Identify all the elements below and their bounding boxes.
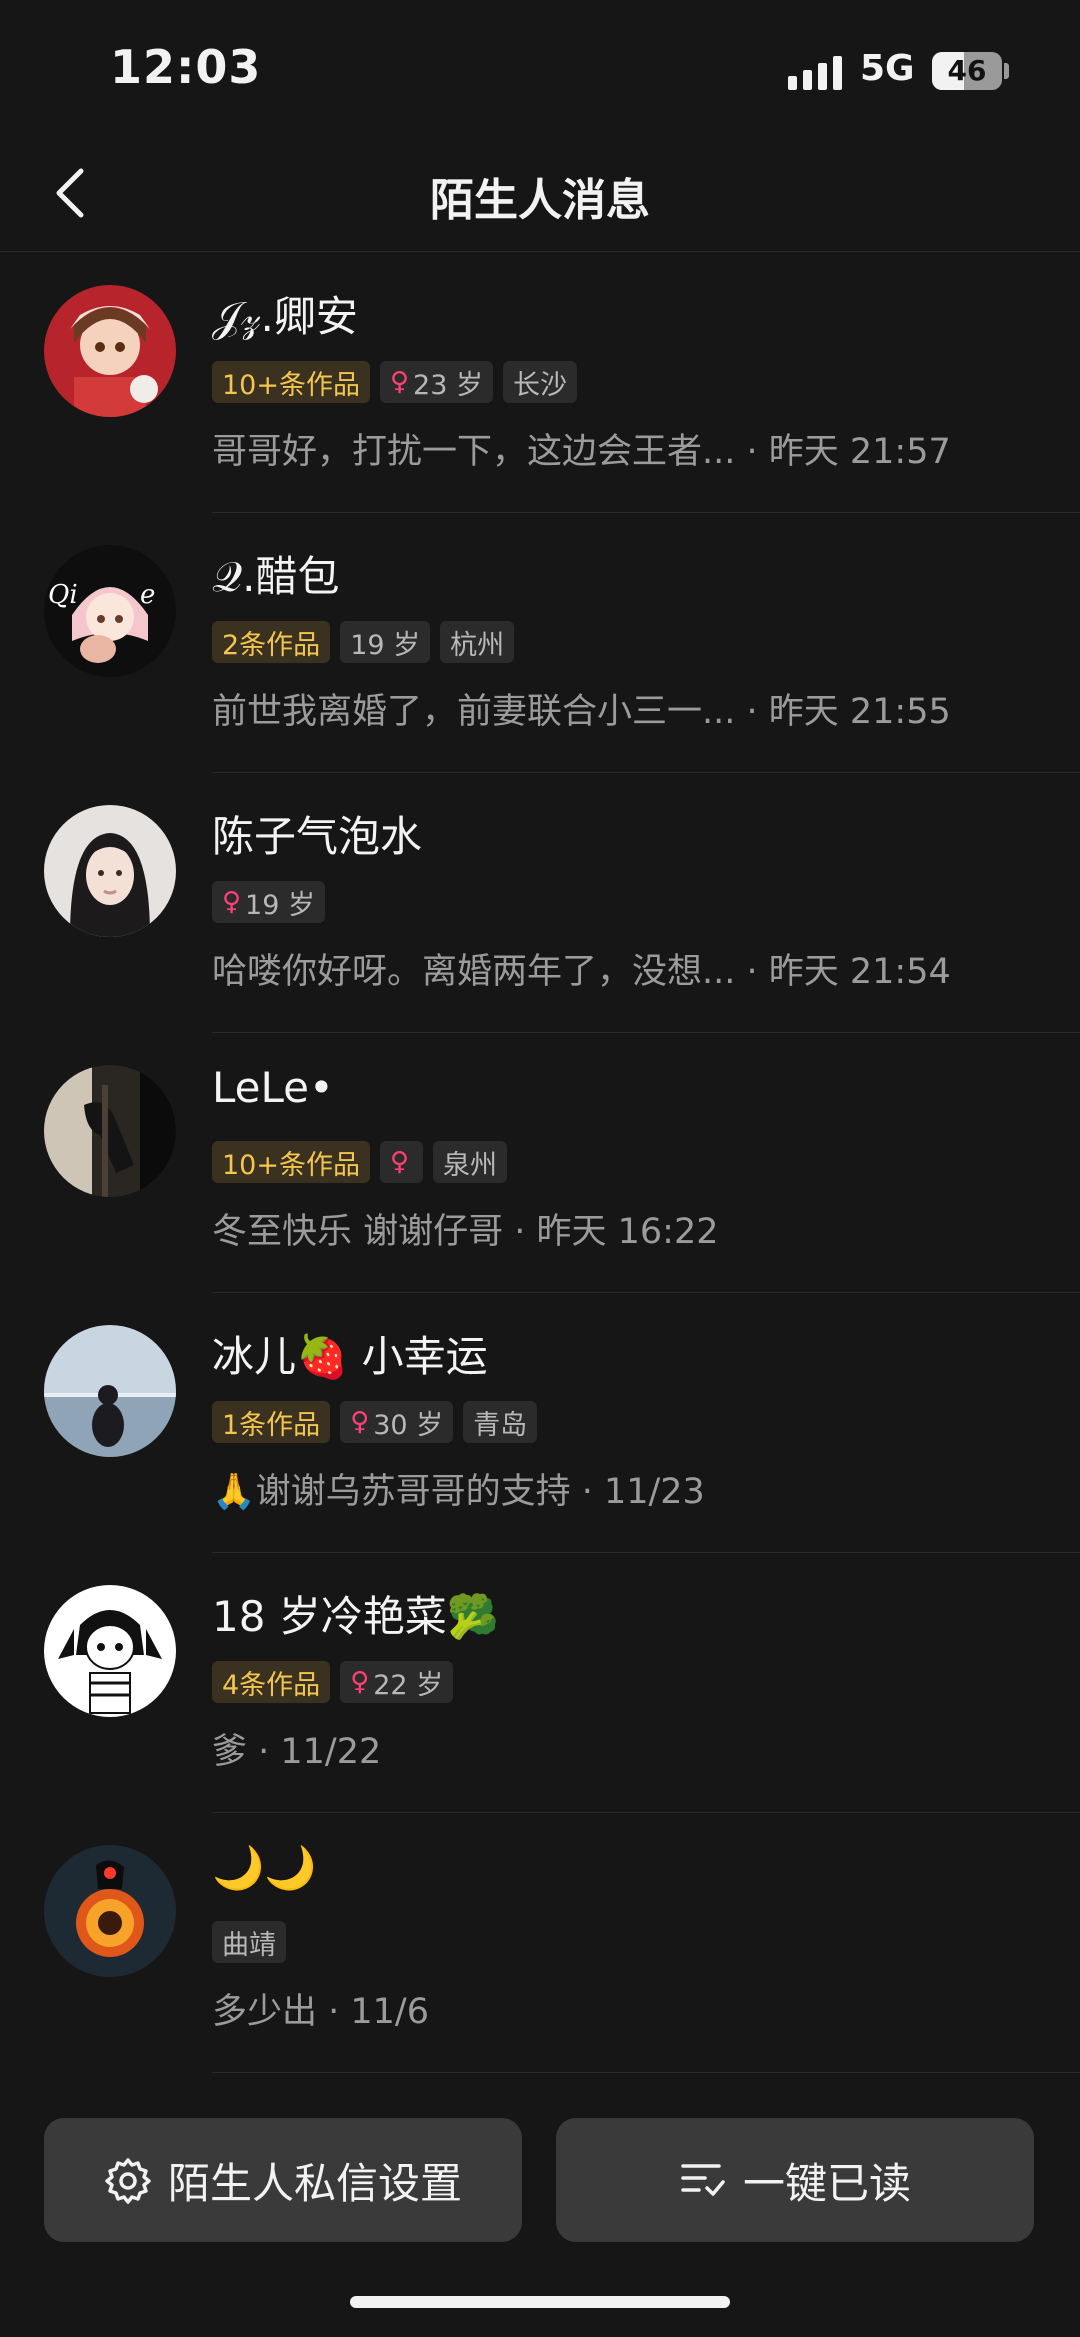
works-tag: 2条作品 [212, 621, 331, 663]
page-title: 陌生人消息 [430, 175, 650, 226]
mark-read-icon [681, 2164, 725, 2196]
signal-icon [788, 56, 842, 90]
city-tag: 曲靖 [212, 1921, 286, 1963]
dark-room-avatar [44, 1065, 176, 1197]
age-tag: ♀ 23 岁 [379, 361, 493, 403]
sender-name: LeLe• [212, 1063, 334, 1112]
home-indicator[interactable] [350, 2296, 730, 2308]
tag-group: 曲靖 [212, 1921, 286, 1963]
battery-nub [1004, 63, 1009, 79]
battery-percent: 46 [947, 54, 987, 87]
city-tag: 泉州 [433, 1141, 508, 1183]
seaside-silhouette-avatar [44, 1325, 176, 1457]
female-icon: ♀ [389, 1147, 410, 1177]
tag-group: 10+条作品 ♀ 23 岁 长沙 [212, 361, 577, 403]
city-tag: 长沙 [502, 361, 577, 403]
avatar[interactable] [44, 1065, 176, 1197]
works-tag: 10+条作品 [212, 361, 370, 403]
avatar[interactable] [44, 285, 176, 417]
age-tag: ♀ 22 岁 [340, 1661, 454, 1703]
girl-portrait-avatar [44, 805, 176, 937]
stranger-messages-screen: 12:03 5G 46 陌生人消息 𝒥𝓏.卿安 10+条作品 ♀ 23 岁 长沙… [0, 0, 1080, 2337]
battery-icon: 46 [932, 52, 1002, 90]
settings-label: 陌生人私信设置 [167, 2158, 462, 2208]
avatar[interactable] [44, 1845, 176, 1977]
stranger-dm-settings-button[interactable]: 陌生人私信设置 [44, 2118, 522, 2242]
message-row[interactable]: 陈子气泡水 ♀ 19 岁 哈喽你好呀。离婚两年了，没想... · 昨天 21:54 [0, 773, 1080, 1033]
status-time: 12:03 [110, 40, 262, 94]
works-tag: 10+条作品 [212, 1141, 370, 1183]
avatar[interactable] [44, 1325, 176, 1457]
message-preview: 爹 · 11/22 [212, 1732, 382, 1772]
network-type: 5G [860, 48, 915, 89]
works-tag: 1条作品 [212, 1401, 331, 1443]
city-tag: 杭州 [440, 621, 515, 663]
age-text: 19 岁 [245, 889, 315, 921]
avatar[interactable] [44, 805, 176, 937]
age-tag: ♀ 30 岁 [340, 1401, 454, 1443]
message-row[interactable]: 冰儿🍓 小幸运 1条作品 ♀ 30 岁 青岛 🙏谢谢乌苏哥哥的支持 · 11/23 [0, 1293, 1080, 1553]
sender-name: 𝒬.醋包 [212, 552, 340, 601]
message-row[interactable]: 𝒥𝓏.卿安 10+条作品 ♀ 23 岁 长沙 哥哥好，打扰一下，这边会王者... … [0, 253, 1080, 513]
message-preview: 多少出 · 11/6 [212, 1992, 429, 2032]
mark-all-read-button[interactable]: 一键已读 [556, 2118, 1034, 2242]
message-row[interactable]: LeLe• 10+条作品 ♀ 泉州 冬至快乐 谢谢仔哥 · 昨天 16:22 [0, 1033, 1080, 1293]
mark-read-label: 一键已读 [742, 2158, 911, 2208]
female-icon: ♀ [350, 1407, 370, 1437]
age-tag: ♀ 19 岁 [212, 881, 325, 923]
divider [212, 2072, 1080, 2073]
message-row[interactable]: 18 岁冷艳菜🥦 4条作品 ♀ 22 岁 爹 · 11/22 [0, 1553, 1080, 1813]
tag-group: 1条作品 ♀ 30 岁 青岛 [212, 1401, 538, 1443]
avatar[interactable]: Qi e [44, 545, 176, 677]
female-icon: ♀ [350, 1667, 370, 1697]
works-tag: 4条作品 [212, 1661, 331, 1703]
age-tag: 19 岁 [340, 621, 431, 663]
message-preview: 哥哥好，打扰一下，这边会王者... · 昨天 21:57 [212, 432, 951, 472]
message-row[interactable]: Qi e 𝒬.醋包 2条作品 19 岁 杭州 前世我离婚了，前妻联合小三一...… [0, 513, 1080, 773]
message-preview: 🙏谢谢乌苏哥哥的支持 · 11/23 [212, 1472, 705, 1512]
message-preview: 冬至快乐 谢谢仔哥 · 昨天 16:22 [212, 1212, 719, 1252]
anime-girl-red-avatar [44, 285, 176, 417]
sender-name: 18 岁冷艳菜🥦 [212, 1592, 500, 1641]
tag-group: ♀ 19 岁 [212, 881, 325, 923]
sender-name: 🌙🌙 [212, 1843, 317, 1892]
fire-wheel-avatar [44, 1845, 176, 1977]
sender-name: 𝒥𝓏.卿安 [212, 292, 358, 341]
anime-pink-girl-avatar: Qi e [44, 545, 176, 677]
age-text: 22 岁 [373, 1669, 444, 1701]
message-preview: 前世我离婚了，前妻联合小三一... · 昨天 21:55 [212, 692, 951, 732]
tag-group: 10+条作品 ♀ 泉州 [212, 1141, 508, 1183]
tag-group: 2条作品 19 岁 杭州 [212, 621, 515, 663]
age-tag: ♀ [379, 1141, 424, 1183]
message-row[interactable]: 🌙🌙 曲靖 多少出 · 11/6 [0, 1813, 1080, 2073]
age-text: 30 岁 [373, 1409, 444, 1441]
female-icon: ♀ [389, 367, 410, 397]
cartoon-girl-avatar [44, 1585, 176, 1717]
age-text: 23 岁 [413, 369, 483, 401]
gear-icon [105, 2158, 151, 2204]
status-bar: 12:03 5G 46 [0, 0, 1080, 130]
message-preview: 哈喽你好呀。离婚两年了，没想... · 昨天 21:54 [212, 952, 951, 992]
city-tag: 青岛 [463, 1401, 538, 1443]
nav-bar: 陌生人消息 [0, 130, 1080, 252]
sender-name: 冰儿🍓 小幸运 [212, 1332, 488, 1381]
svg-text:e: e [140, 580, 155, 610]
svg-text:Qi: Qi [48, 580, 78, 610]
message-list: 𝒥𝓏.卿安 10+条作品 ♀ 23 岁 长沙 哥哥好，打扰一下，这边会王者... … [0, 253, 1080, 2073]
sender-name: 陈子气泡水 [212, 812, 423, 861]
tag-group: 4条作品 ♀ 22 岁 [212, 1661, 454, 1703]
avatar[interactable] [44, 1585, 176, 1717]
female-icon: ♀ [222, 887, 242, 917]
